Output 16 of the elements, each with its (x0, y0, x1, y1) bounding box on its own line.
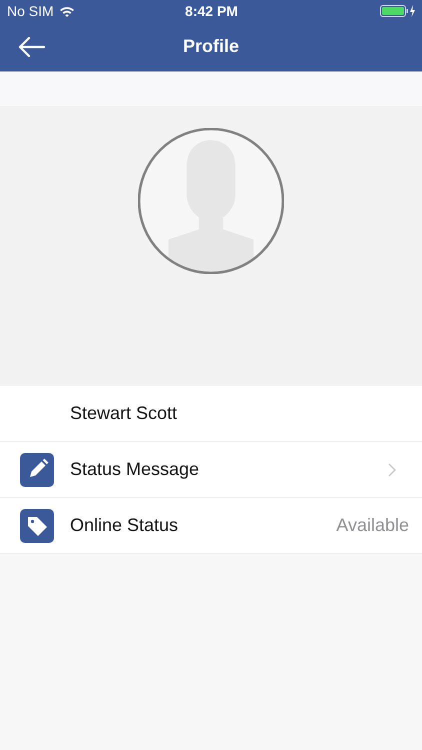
row-label: Status Message (70, 459, 200, 480)
wifi-icon (58, 4, 75, 18)
list-row[interactable]: Status Message (0, 442, 422, 498)
avatar-placeholder[interactable] (138, 128, 284, 274)
battery-icon (380, 5, 416, 17)
row-value: Available (336, 515, 409, 536)
carrier-label: No SIM (7, 3, 54, 19)
row-label: Stewart Scott (70, 403, 178, 424)
tag-icon (20, 508, 54, 542)
list-row[interactable]: Online Status Available (0, 498, 422, 554)
back-arrow-icon (18, 36, 46, 56)
row-label: Online Status (70, 515, 180, 536)
chevron-right-icon (388, 462, 396, 476)
clock-time: 8:42 PM (185, 3, 238, 19)
pencil-icon (20, 452, 54, 486)
screen-title: Profile (182, 36, 240, 57)
